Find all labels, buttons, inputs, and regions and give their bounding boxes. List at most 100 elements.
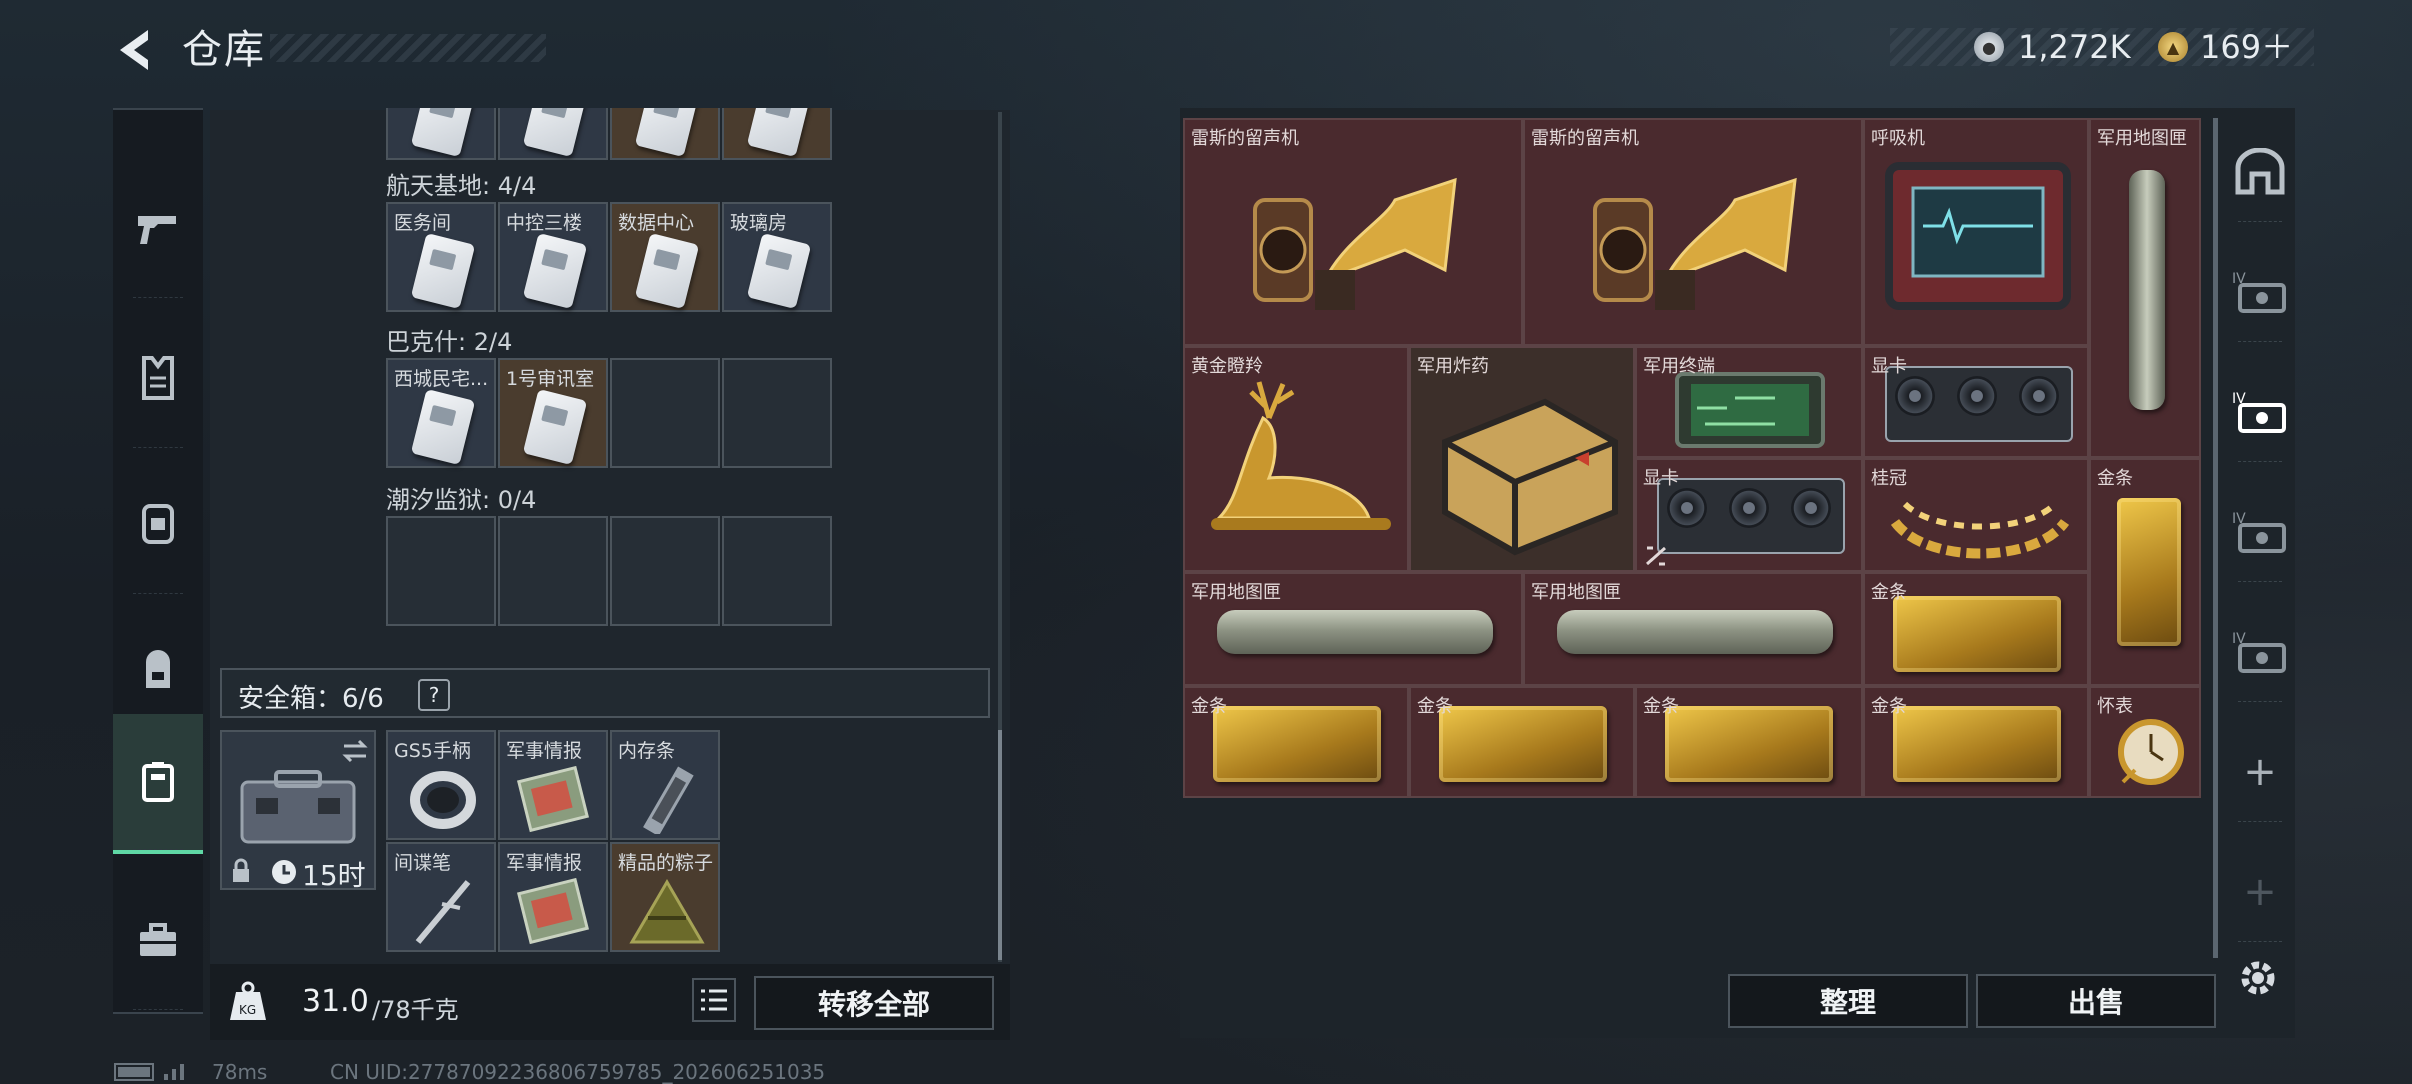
item-name: 精品的粽子 <box>618 852 714 874</box>
grid-cell[interactable] <box>498 108 608 160</box>
zongzi-icon <box>629 879 705 944</box>
uid-text: CN UID:27787092236806759785_202606251035 <box>330 1060 826 1084</box>
empty-slot[interactable] <box>610 358 720 468</box>
inventory-item[interactable]: 金条 <box>1863 572 2089 686</box>
keycard-slot[interactable]: 数据中心 <box>610 202 720 312</box>
collection-partial-row <box>386 108 840 160</box>
sell-button[interactable]: 出售 <box>1976 974 2216 1028</box>
collection-label: 航天基地: 4/4 <box>386 172 537 200</box>
inventory-item[interactable]: 军用地图匣 <box>2089 118 2201 458</box>
clock-icon <box>272 860 296 884</box>
storage-scroll-thumb[interactable] <box>998 730 1002 960</box>
weight-current: 31.0 <box>302 984 369 1019</box>
empty-slot[interactable] <box>722 516 832 626</box>
keycard-slot[interactable]: 1号审讯室 <box>498 358 608 468</box>
safe-box-slot[interactable]: 15时 <box>220 730 376 892</box>
gear-icon[interactable] <box>2236 956 2280 1000</box>
memory-stick-icon <box>643 766 694 834</box>
gold-bar-icon <box>1893 706 2061 782</box>
empty-slot[interactable] <box>386 516 496 626</box>
inventory-item[interactable]: 金条 <box>1635 686 1863 798</box>
keycard-icon <box>746 232 812 310</box>
rail-item-armor[interactable] <box>113 308 203 448</box>
tier4-case-icon: IV <box>2232 271 2286 313</box>
inventory-item[interactable]: 显卡 <box>1863 346 2089 458</box>
storage-tab-case-2[interactable]: IV <box>2228 362 2292 462</box>
safe-box-timer: 15时 <box>302 859 366 892</box>
inventory-item[interactable]: 金条 <box>1863 686 2089 798</box>
graphics-card-icon <box>1885 366 2073 442</box>
transfer-all-button[interactable]: 转移全部 <box>754 976 994 1030</box>
item-name: 军事情报 <box>506 852 583 874</box>
inventory-item[interactable]: 金条 <box>1183 686 1409 798</box>
inventory-item[interactable]: 军用地图匣 <box>1523 572 1863 686</box>
inventory-item[interactable]: 军用终端 <box>1635 346 1863 458</box>
keycard-slot[interactable]: 玻璃房 <box>722 202 832 312</box>
safe-item[interactable]: 精品的粽子 <box>610 842 720 952</box>
list-view-button[interactable] <box>692 978 736 1022</box>
inventory-item[interactable]: 金条 <box>2089 458 2201 686</box>
inventory-item[interactable]: 雷斯的留声机 <box>1523 118 1863 346</box>
inventory-item[interactable]: 呼吸机 <box>1863 118 2089 346</box>
storage-tab-case-4[interactable]: IV <box>2228 602 2292 702</box>
currency-bar: ● 1,272K ▲ 169＋ <box>1890 28 2314 66</box>
storage-tab-case-1[interactable]: IV <box>2228 242 2292 342</box>
safe-case-icon <box>240 770 356 844</box>
gold-coin-icon[interactable]: ▲ <box>2158 32 2188 62</box>
gold-amount[interactable]: 169＋ <box>2200 28 2293 66</box>
storage-tab-case-3[interactable]: IV <box>2228 482 2292 582</box>
inventory-item[interactable]: 显卡 <box>1635 458 1863 572</box>
laurel-crown-icon <box>1890 501 2070 559</box>
weight-max: /78千克 <box>372 996 459 1024</box>
category-rail <box>113 108 203 1014</box>
rail-item-toolbox[interactable] <box>113 870 203 1010</box>
inventory-item[interactable]: 桂冠 <box>1863 458 2089 572</box>
keycard-slot[interactable]: 西城民宅... <box>386 358 496 468</box>
keycard-slot[interactable]: 医务间 <box>386 202 496 312</box>
keycard-slot[interactable]: 中控三楼 <box>498 202 608 312</box>
gold-bar-icon <box>2117 498 2181 646</box>
safe-item[interactable]: 内存条 <box>610 730 720 840</box>
grid-cell[interactable] <box>610 108 720 160</box>
silver-amount: 1,272K <box>2018 28 2131 66</box>
item-name: 金条 <box>2097 468 2133 489</box>
back-button[interactable] <box>112 24 156 76</box>
rail-item-safe-box[interactable] <box>113 714 203 854</box>
storage-tab-home[interactable] <box>2228 122 2292 222</box>
empty-slot[interactable] <box>498 516 608 626</box>
safe-item[interactable]: GS5手柄 <box>386 730 496 840</box>
keycard-icon <box>410 388 476 466</box>
empty-slot[interactable] <box>610 516 720 626</box>
title-stripe <box>270 34 546 62</box>
add-storage-button[interactable]: + <box>2228 722 2292 822</box>
safe-item[interactable]: 军事情报 <box>498 842 608 952</box>
collection-grid <box>386 516 842 630</box>
inventory-item[interactable]: 雷斯的留声机 <box>1183 118 1523 346</box>
gold-bar-icon <box>1439 706 1607 782</box>
safe-item[interactable]: 间谍笔 <box>386 842 496 952</box>
item-name: 黄金瞪羚 <box>1191 356 1263 377</box>
grid-cell[interactable] <box>386 108 496 160</box>
item-name: 军用炸药 <box>1417 356 1489 377</box>
map-tube-icon <box>1217 610 1493 654</box>
empty-slot[interactable] <box>722 358 832 468</box>
item-name: 金条 <box>1417 696 1453 717</box>
swap-icon[interactable] <box>340 738 370 764</box>
safe-item[interactable]: 军事情报 <box>498 730 608 840</box>
backpack-icon <box>146 650 170 688</box>
military-terminal-icon <box>1675 372 1825 448</box>
inventory-item[interactable]: 金条 <box>1409 686 1635 798</box>
lock-icon <box>233 858 249 882</box>
inventory-scrollbar[interactable] <box>2213 118 2218 958</box>
inventory-item[interactable]: 军用炸药 <box>1409 346 1635 572</box>
help-icon[interactable]: ? <box>418 679 450 711</box>
inventory-item[interactable]: 怀表 <box>2089 686 2201 798</box>
rail-item-weapons[interactable] <box>113 158 203 298</box>
ventilator-icon <box>1885 162 2071 310</box>
sort-button[interactable]: 整理 <box>1728 974 1968 1028</box>
inventory-item[interactable]: 黄金瞪羚 <box>1183 346 1409 572</box>
inventory-item[interactable]: 军用地图匣 <box>1183 572 1523 686</box>
grid-cell[interactable] <box>722 108 832 160</box>
rail-item-chest-rig[interactable] <box>113 454 203 594</box>
item-name: 显卡 <box>1643 468 1679 489</box>
